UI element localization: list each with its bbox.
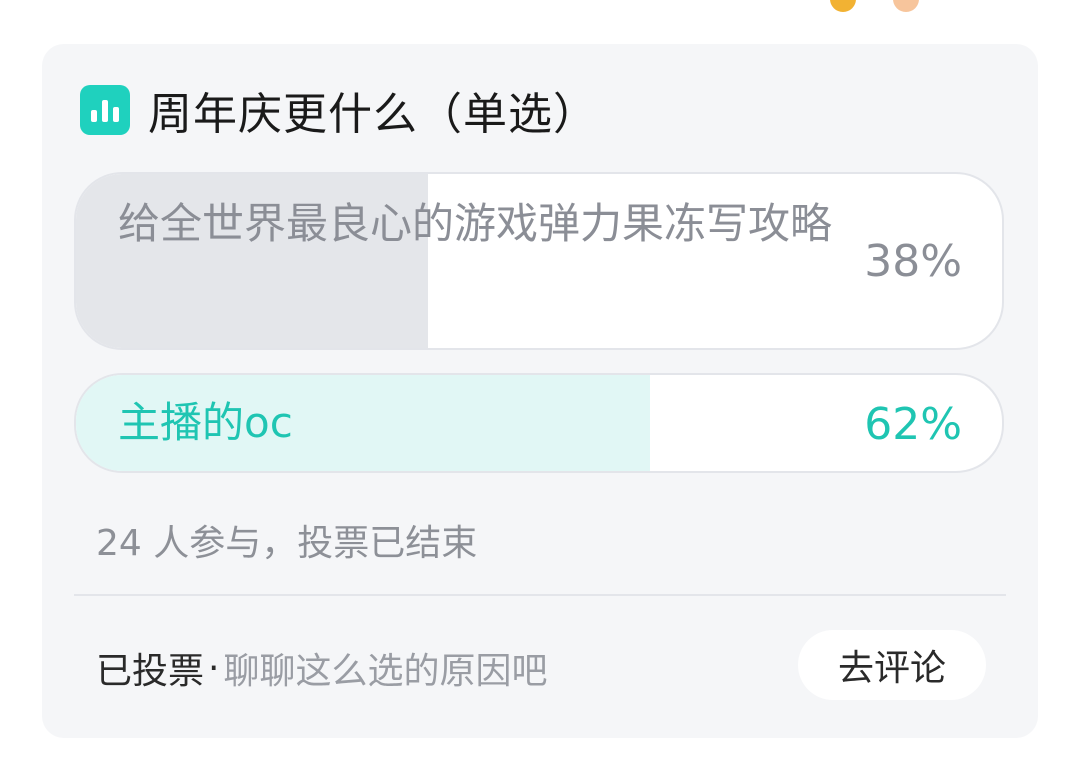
poll-option-percent: 62% — [864, 399, 962, 450]
comment-button[interactable]: 去评论 — [798, 630, 986, 700]
divider — [74, 594, 1006, 596]
poll-bar-chart-icon — [80, 85, 130, 135]
vote-status: 已投票 · 聊聊这么选的原因吧 — [96, 642, 547, 694]
voted-label: 已投票 — [96, 651, 205, 692]
comment-prompt[interactable]: 聊聊这么选的原因吧 — [223, 642, 547, 694]
poll-option-label: 给全世界最良心的游戏弹力果冻写攻略 — [118, 199, 833, 248]
top-peek-area — [0, 0, 1080, 12]
poll-option-selected[interactable]: 主播的oc 62% — [74, 373, 1004, 473]
poll-option-label: 主播的oc — [118, 398, 293, 447]
emoji-icon — [830, 0, 856, 12]
poll-title: 周年庆更什么（单选） — [148, 89, 598, 140]
poll-summary: 24 人参与，投票已结束 — [96, 523, 478, 564]
poll-option[interactable]: 给全世界最良心的游戏弹力果冻写攻略 38% — [74, 172, 1004, 350]
separator-dot: · — [208, 647, 220, 689]
poll-option-percent: 38% — [864, 236, 962, 287]
emoji-icon — [893, 0, 919, 12]
poll-header: 周年庆更什么（单选） — [80, 82, 598, 140]
poll-card: 周年庆更什么（单选） 给全世界最良心的游戏弹力果冻写攻略 38% 主播的oc 6… — [42, 44, 1038, 738]
